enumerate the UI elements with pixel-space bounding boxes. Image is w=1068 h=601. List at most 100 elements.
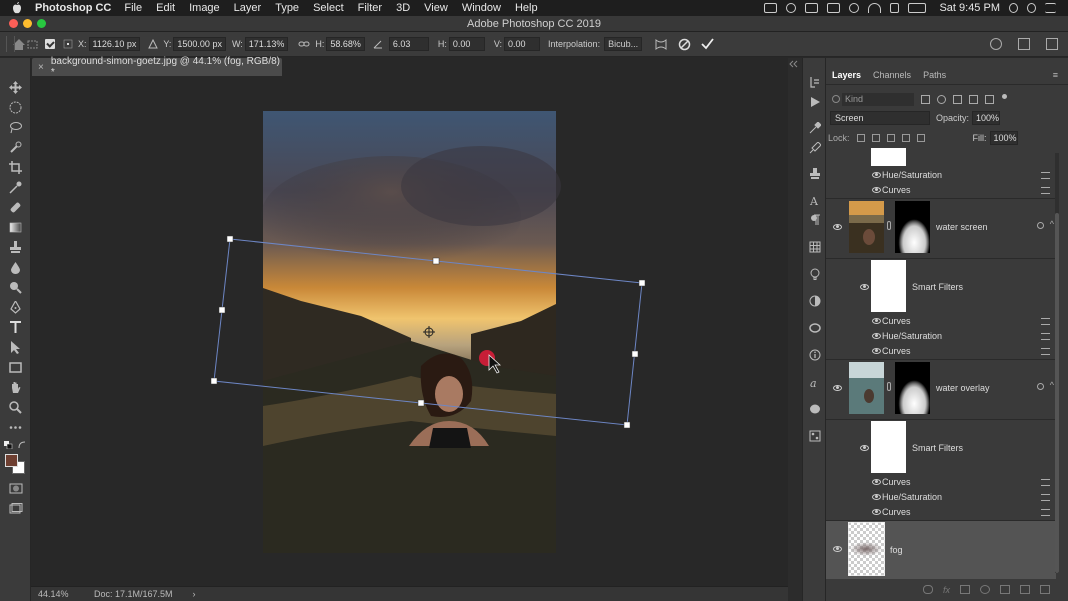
learn-icon[interactable] bbox=[809, 268, 821, 280]
filter-options-icon[interactable] bbox=[1041, 172, 1050, 179]
smart-filter-mask-thumbnail[interactable] bbox=[871, 421, 906, 473]
notification-center-icon[interactable] bbox=[1045, 3, 1056, 13]
visibility-eye-icon[interactable] bbox=[872, 509, 881, 515]
brushes-icon[interactable] bbox=[809, 142, 821, 154]
visibility-eye-icon[interactable] bbox=[860, 445, 869, 451]
adjustments-icon[interactable] bbox=[809, 295, 821, 307]
blend-mode-dropdown[interactable]: Screen bbox=[830, 111, 930, 125]
relative-positioning-icon[interactable] bbox=[148, 39, 159, 49]
menu-edit[interactable]: Edit bbox=[156, 2, 175, 14]
visibility-eye-icon[interactable] bbox=[872, 187, 881, 193]
user-icon[interactable] bbox=[1009, 3, 1018, 13]
filter-mask-thumbnail[interactable] bbox=[871, 148, 906, 166]
filter-adjustment-icon[interactable] bbox=[937, 94, 946, 104]
menu-help[interactable]: Help bbox=[515, 2, 538, 14]
battery-icon[interactable] bbox=[908, 3, 927, 13]
menubar-clock[interactable]: Sat 9:45 PM bbox=[939, 2, 1000, 14]
move-tool-icon[interactable] bbox=[9, 81, 22, 94]
actions-play-icon[interactable] bbox=[809, 96, 821, 108]
visibility-eye-icon[interactable] bbox=[872, 348, 881, 354]
filter-row-curves[interactable]: Curves bbox=[826, 475, 1056, 490]
app-name-menu[interactable]: Photoshop CC bbox=[35, 2, 111, 14]
delete-layer-icon[interactable] bbox=[1040, 585, 1050, 594]
history-icon[interactable] bbox=[809, 76, 821, 88]
visibility-eye-icon[interactable] bbox=[872, 333, 881, 339]
wifi-icon[interactable] bbox=[868, 3, 882, 13]
clone-stamp-tool-icon[interactable] bbox=[9, 241, 22, 254]
layer-name[interactable]: fog bbox=[890, 545, 903, 555]
layer-name[interactable]: water screen bbox=[936, 222, 988, 232]
menu-image[interactable]: Image bbox=[189, 2, 220, 14]
filter-row-hue-saturation[interactable]: Hue/Saturation bbox=[826, 168, 1056, 183]
status-menu-arrow-icon[interactable]: › bbox=[193, 589, 196, 599]
filter-options-icon[interactable] bbox=[1041, 509, 1050, 516]
tab-layers[interactable]: Layers bbox=[826, 67, 867, 84]
dodge-tool-icon[interactable] bbox=[9, 281, 22, 294]
smart-filters-row[interactable]: Smart Filters bbox=[826, 420, 1056, 478]
layer-mask-thumbnail[interactable] bbox=[895, 201, 930, 253]
spotlight-search-icon[interactable] bbox=[1027, 3, 1036, 13]
volume-icon[interactable] bbox=[890, 3, 900, 13]
glyphs-icon[interactable]: a bbox=[809, 376, 821, 388]
visibility-eye-icon[interactable] bbox=[860, 284, 869, 290]
x-position-field[interactable]: 1126.10 px bbox=[88, 37, 141, 51]
filter-type-icon[interactable] bbox=[953, 94, 962, 104]
transform-handle-top[interactable] bbox=[432, 257, 440, 265]
menu-3d[interactable]: 3D bbox=[396, 2, 410, 14]
crop-tool-icon[interactable] bbox=[9, 161, 22, 174]
layer-row-partial[interactable] bbox=[826, 148, 1056, 168]
tab-paths[interactable]: Paths bbox=[917, 67, 952, 84]
smart-filters-indicator-icon[interactable] bbox=[1037, 222, 1044, 229]
channels-mixer-icon[interactable] bbox=[809, 430, 821, 442]
transform-handle-bottom-right[interactable] bbox=[623, 421, 631, 429]
menu-filter[interactable]: Filter bbox=[358, 2, 382, 14]
quick-selection-tool-icon[interactable] bbox=[9, 141, 22, 154]
horizontal-skew-field[interactable]: 0.00 bbox=[448, 37, 485, 51]
swatches-icon[interactable] bbox=[809, 241, 821, 253]
zoom-level-field[interactable]: 44.14% bbox=[38, 589, 88, 599]
layer-row-water-screen[interactable]: water screen ^ bbox=[826, 199, 1056, 257]
pen-tool-icon[interactable] bbox=[9, 301, 22, 314]
lock-artboard-icon[interactable] bbox=[901, 134, 910, 142]
filter-options-icon[interactable] bbox=[1041, 318, 1050, 325]
interpolation-dropdown[interactable]: Bicub... bbox=[604, 37, 643, 51]
filter-options-icon[interactable] bbox=[1041, 479, 1050, 486]
layers-scrollbar[interactable] bbox=[1055, 153, 1059, 573]
time-machine-icon[interactable] bbox=[849, 3, 860, 13]
expand-arrow-icon[interactable]: ^ bbox=[1050, 219, 1054, 229]
opacity-field[interactable]: 100% bbox=[972, 111, 1001, 125]
info-icon[interactable] bbox=[809, 349, 821, 361]
new-adjustment-layer-icon[interactable] bbox=[980, 585, 990, 594]
menu-window[interactable]: Window bbox=[462, 2, 501, 14]
apple-icon[interactable] bbox=[12, 2, 22, 14]
menu-select[interactable]: Select bbox=[313, 2, 344, 14]
link-chain-icon[interactable] bbox=[887, 221, 891, 230]
toggle-reference-point-checkbox[interactable] bbox=[45, 39, 55, 49]
paragraph-icon[interactable] bbox=[809, 214, 821, 226]
screen-mode-icon[interactable] bbox=[9, 503, 23, 514]
layer-mask-thumbnail[interactable] bbox=[895, 362, 930, 414]
smart-filters-indicator-icon[interactable] bbox=[1037, 383, 1044, 390]
filter-options-icon[interactable] bbox=[1041, 333, 1050, 340]
vertical-skew-field[interactable]: 0.00 bbox=[504, 37, 541, 51]
clone-source-icon[interactable] bbox=[809, 168, 821, 180]
warp-mode-icon[interactable] bbox=[654, 38, 668, 51]
commit-transform-icon[interactable] bbox=[701, 38, 714, 50]
type-tool-icon[interactable] bbox=[9, 321, 22, 334]
transform-handle-bottom-left[interactable] bbox=[210, 377, 218, 385]
healing-brush-tool-icon[interactable] bbox=[9, 201, 22, 214]
lasso-tool-icon[interactable] bbox=[9, 121, 22, 134]
more-tools-icon[interactable] bbox=[9, 421, 22, 434]
filter-smart-object-icon[interactable] bbox=[985, 94, 994, 104]
blur-tool-icon[interactable] bbox=[9, 261, 22, 274]
search-icon[interactable] bbox=[990, 38, 1002, 50]
character-icon[interactable]: A bbox=[809, 194, 821, 206]
transform-handle-right[interactable] bbox=[631, 350, 639, 358]
filter-kind-dropdown[interactable]: Kind bbox=[842, 92, 914, 106]
filter-options-icon[interactable] bbox=[1041, 187, 1050, 194]
filter-row-curves[interactable]: Curves bbox=[826, 183, 1056, 198]
camera-icon[interactable] bbox=[764, 3, 778, 13]
filter-row-hue-saturation[interactable]: Hue/Saturation bbox=[826, 490, 1056, 505]
filter-row-hue-saturation[interactable]: Hue/Saturation bbox=[826, 329, 1056, 344]
scrollbar-thumb[interactable] bbox=[1055, 213, 1059, 573]
